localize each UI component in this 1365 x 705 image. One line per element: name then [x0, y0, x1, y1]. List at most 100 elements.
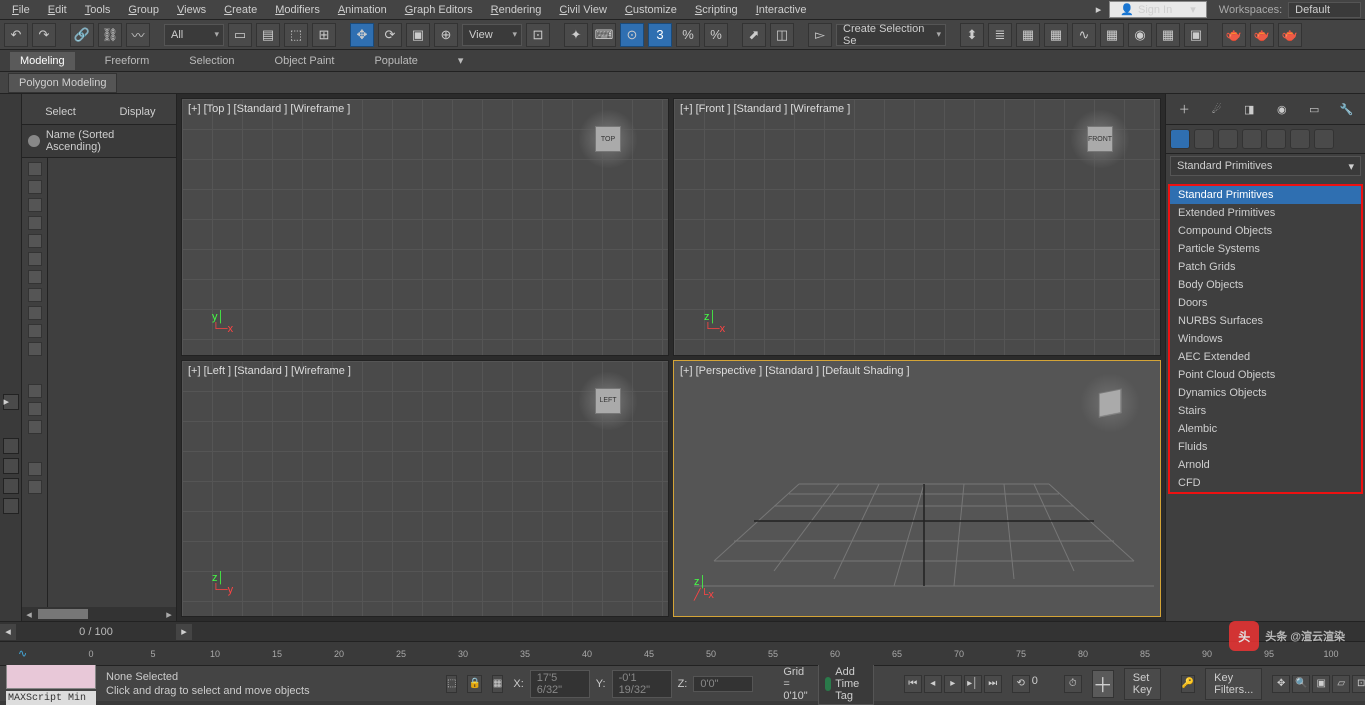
- isolate-icon[interactable]: ⬚: [446, 675, 457, 693]
- spinner-snap-button[interactable]: %: [704, 23, 728, 47]
- material-editor-button[interactable]: ◉: [1128, 23, 1152, 47]
- shapes-cat-icon[interactable]: [1194, 129, 1214, 149]
- menu-tools[interactable]: Tools: [77, 2, 119, 18]
- dropdown-item[interactable]: Windows: [1170, 330, 1361, 348]
- set-key-button[interactable]: Set Key: [1124, 668, 1161, 700]
- scale-button[interactable]: ▣: [406, 23, 430, 47]
- filter-bone-icon[interactable]: [28, 306, 42, 320]
- dropdown-item[interactable]: Standard Primitives: [1170, 186, 1361, 204]
- edit-named-button[interactable]: ◫: [770, 23, 794, 47]
- curve-icon[interactable]: ∿: [18, 647, 27, 660]
- menu-animation[interactable]: Animation: [330, 2, 395, 18]
- zoom-extents-button[interactable]: ⊡: [1352, 675, 1365, 693]
- dropdown-item[interactable]: Arnold: [1170, 456, 1361, 474]
- time-ruler[interactable]: ∿ 0 5 10 15 20 25 30 35 40 45 50 55 60 6…: [0, 641, 1365, 665]
- dropdown-item[interactable]: Alembic: [1170, 420, 1361, 438]
- key-filters-button[interactable]: Key Filters...: [1205, 668, 1262, 700]
- menu-scripting[interactable]: Scripting: [687, 2, 746, 18]
- window-crossing-button[interactable]: ⊞: [312, 23, 336, 47]
- dock-layout-4[interactable]: [3, 498, 19, 514]
- filter-lights-icon[interactable]: [28, 198, 42, 212]
- filter-dropdown[interactable]: All: [164, 24, 224, 46]
- curve-editor-button[interactable]: ∿: [1072, 23, 1096, 47]
- scene-scrollbar[interactable]: ◂▸: [22, 607, 176, 621]
- sign-in-button[interactable]: 👤Sign In▾: [1109, 1, 1206, 18]
- primitive-type-dropdown[interactable]: Standard Primitives: [1170, 156, 1361, 176]
- rotate-button[interactable]: ⟳: [378, 23, 402, 47]
- dropdown-item[interactable]: Doors: [1170, 294, 1361, 312]
- placement-button[interactable]: ⊕: [434, 23, 458, 47]
- time-config-button[interactable]: ⏱: [1064, 675, 1082, 693]
- render-cloud-button[interactable]: 🫖: [1278, 23, 1302, 47]
- trackbar-key-area[interactable]: [6, 663, 96, 689]
- key-mode-button[interactable]: ⟲: [1012, 675, 1030, 693]
- motion-tab-icon[interactable]: ◉: [1271, 98, 1293, 120]
- geometry-cat-icon[interactable]: [1170, 129, 1190, 149]
- menu-edit[interactable]: Edit: [40, 2, 75, 18]
- align-button[interactable]: ⬍: [960, 23, 984, 47]
- selection-set-dropdown[interactable]: Create Selection Se: [836, 24, 946, 46]
- snap-toggle-button[interactable]: ⊙: [620, 23, 644, 47]
- filter-shapes-icon[interactable]: [28, 180, 42, 194]
- display-all-icon[interactable]: [28, 420, 42, 434]
- dropdown-item[interactable]: Particle Systems: [1170, 240, 1361, 258]
- render-frame-button[interactable]: ▣: [1184, 23, 1208, 47]
- filter-frozen-icon[interactable]: [28, 342, 42, 356]
- filter-container-icon[interactable]: [28, 324, 42, 338]
- menu-file[interactable]: File: [4, 2, 38, 18]
- ribbon-toggle-button[interactable]: ▦: [1044, 23, 1068, 47]
- dock-layout-1[interactable]: [3, 438, 19, 454]
- mirror-button[interactable]: ▻: [808, 23, 832, 47]
- ribbon-object-paint[interactable]: Object Paint: [265, 52, 345, 70]
- menu-civil-view[interactable]: Civil View: [551, 2, 614, 18]
- prev-frame-button[interactable]: ◂: [924, 675, 942, 693]
- bind-button[interactable]: 〰: [126, 23, 150, 47]
- lock-icon[interactable]: 🔒: [467, 675, 481, 693]
- filter-helpers-icon[interactable]: [28, 234, 42, 248]
- next-frame-button[interactable]: ▸│: [964, 675, 982, 693]
- render-online-button[interactable]: 🫖: [1250, 23, 1274, 47]
- dropdown-item[interactable]: Point Cloud Objects: [1170, 366, 1361, 384]
- scene-tab-select[interactable]: Select: [22, 100, 99, 124]
- viewcube-front[interactable]: FRONT: [1070, 109, 1130, 169]
- angle-snap-button[interactable]: 3: [648, 23, 672, 47]
- display-none-icon[interactable]: [28, 462, 42, 476]
- ribbon-freeform[interactable]: Freeform: [95, 52, 160, 70]
- zoom-all-button[interactable]: ▣: [1312, 675, 1330, 693]
- viewport-top-label[interactable]: [+] [Top ] [Standard ] [Wireframe ]: [188, 103, 350, 115]
- polygon-modeling-panel[interactable]: Polygon Modeling: [8, 73, 117, 93]
- display-hidden-icon[interactable]: [28, 384, 42, 398]
- dropdown-item[interactable]: Stairs: [1170, 402, 1361, 420]
- schematic-button[interactable]: ▦: [1100, 23, 1124, 47]
- workspaces-dropdown[interactable]: Default: [1288, 2, 1361, 18]
- keyboard-button[interactable]: ⌨: [592, 23, 616, 47]
- viewcube-left[interactable]: LEFT: [578, 371, 638, 431]
- viewport-left-label[interactable]: [+] [Left ] [Standard ] [Wireframe ]: [188, 365, 351, 377]
- add-time-tag-button[interactable]: Add Time Tag: [818, 663, 874, 705]
- hierarchy-tab-icon[interactable]: ◨: [1238, 98, 1260, 120]
- x-field[interactable]: 17'5 6/32": [530, 670, 590, 698]
- set-key-large-button[interactable]: ＋: [1092, 670, 1114, 698]
- dropdown-item[interactable]: CFD: [1170, 474, 1361, 492]
- select-name-button[interactable]: ▤: [256, 23, 280, 47]
- dropdown-item[interactable]: NURBS Surfaces: [1170, 312, 1361, 330]
- edit-selection-button[interactable]: ⬈: [742, 23, 766, 47]
- key-filters-icon[interactable]: 🔑: [1181, 675, 1195, 693]
- dropdown-item[interactable]: Extended Primitives: [1170, 204, 1361, 222]
- redo-button[interactable]: ↷: [32, 23, 56, 47]
- filter-space-icon[interactable]: [28, 252, 42, 266]
- cameras-cat-icon[interactable]: [1242, 129, 1262, 149]
- display-frozen-icon[interactable]: [28, 402, 42, 416]
- time-next-button[interactable]: ▸: [176, 624, 192, 640]
- zoom-button[interactable]: 🔍: [1292, 675, 1310, 693]
- unlink-button[interactable]: ⛓: [98, 23, 122, 47]
- scene-tab-display[interactable]: Display: [99, 100, 176, 124]
- ribbon-selection[interactable]: Selection: [179, 52, 244, 70]
- menu-group[interactable]: Group: [120, 2, 167, 18]
- filter-groups-icon[interactable]: [28, 270, 42, 284]
- dropdown-item[interactable]: Body Objects: [1170, 276, 1361, 294]
- ribbon-toggle-icon[interactable]: ▾: [448, 51, 474, 70]
- viewport-left[interactable]: [+] [Left ] [Standard ] [Wireframe ] LEF…: [181, 360, 669, 618]
- dropdown-item[interactable]: Fluids: [1170, 438, 1361, 456]
- render-button[interactable]: 🫖: [1222, 23, 1246, 47]
